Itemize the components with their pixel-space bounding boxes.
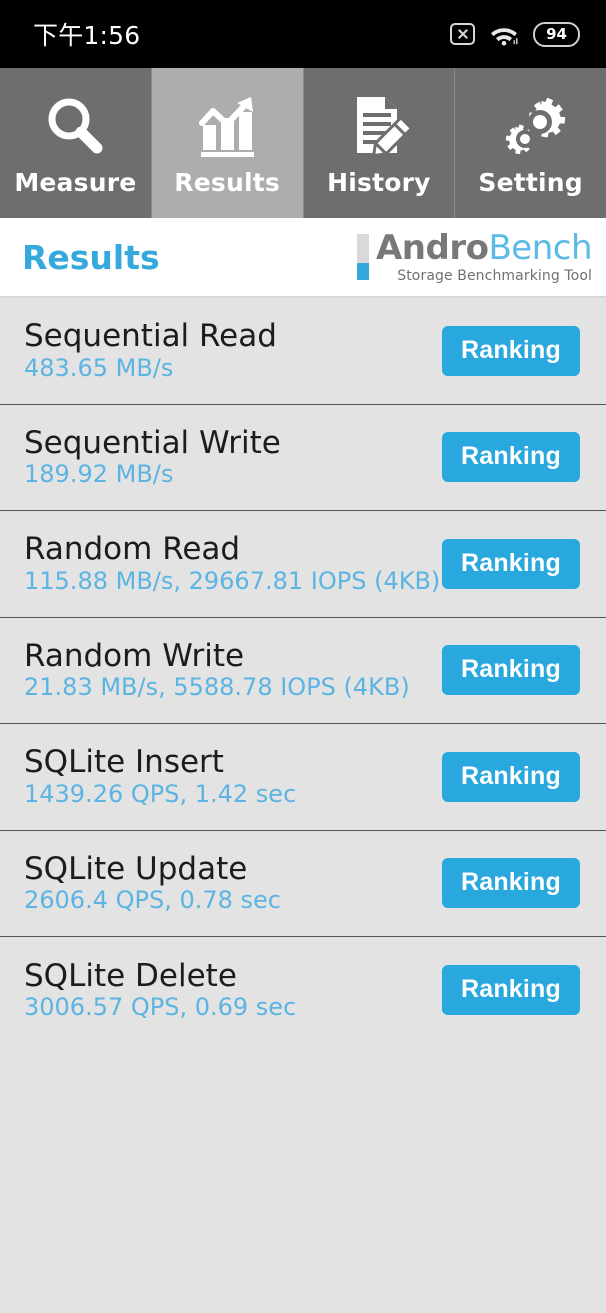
- benchmark-value: 2606.4 QPS, 0.78 sec: [24, 886, 281, 915]
- tab-history[interactable]: History: [303, 68, 456, 218]
- ranking-button[interactable]: Ranking: [441, 645, 580, 696]
- benchmark-name: SQLite Delete: [24, 957, 237, 994]
- app-screen: 下午1:56 94 Measure Results History Settin…: [0, 0, 606, 1313]
- ranking-button[interactable]: Ranking: [441, 538, 580, 589]
- row-text-group: Random Read 115.88 MB/s, 29667.81 IOPS (…: [24, 533, 440, 594]
- benchmark-value: 189.92 MB/s: [24, 460, 174, 489]
- page-title: Results: [22, 237, 160, 277]
- benchmark-name: Sequential Read: [24, 318, 277, 355]
- tab-measure-label: Measure: [14, 168, 137, 197]
- table-row[interactable]: Sequential Write 189.92 MB/s Ranking: [0, 405, 606, 511]
- table-row[interactable]: SQLite Insert 1439.26 QPS, 1.42 sec Rank…: [0, 724, 606, 831]
- row-text-group: Sequential Read 483.65 MB/s: [24, 320, 277, 381]
- benchmark-name: SQLite Insert: [24, 744, 224, 781]
- mute-icon: [450, 23, 475, 45]
- tab-measure[interactable]: Measure: [0, 68, 152, 218]
- logo-bench-text: Bench: [488, 228, 592, 268]
- table-row[interactable]: Random Write 21.83 MB/s, 5588.78 IOPS (4…: [0, 618, 606, 724]
- main-tab-bar: Measure Results History Setting: [0, 68, 606, 218]
- table-row[interactable]: Random Read 115.88 MB/s, 29667.81 IOPS (…: [0, 511, 606, 618]
- battery-icon: 94: [533, 21, 580, 47]
- row-text-group: SQLite Insert 1439.26 QPS, 1.42 sec: [24, 746, 296, 807]
- status-time: 下午1:56: [33, 21, 141, 50]
- androbench-logo: AndroBench Storage Benchmarking Tool: [356, 228, 593, 284]
- ranking-button[interactable]: Ranking: [441, 858, 580, 909]
- logo-bar-icon: [356, 234, 369, 281]
- ranking-button[interactable]: Ranking: [441, 965, 580, 1016]
- tab-results[interactable]: Results: [151, 68, 304, 218]
- benchmark-value: 483.65 MB/s: [24, 353, 174, 382]
- wifi-icon: [489, 23, 519, 46]
- row-text-group: SQLite Delete 3006.57 QPS, 0.69 sec: [24, 960, 296, 1021]
- benchmark-name: Random Write: [24, 637, 245, 674]
- benchmark-value: 115.88 MB/s, 29667.81 IOPS (4KB): [24, 566, 441, 595]
- tab-results-label: Results: [174, 168, 280, 197]
- tab-history-label: History: [327, 168, 431, 197]
- table-row[interactable]: SQLite Update 2606.4 QPS, 0.78 sec Ranki…: [0, 831, 606, 937]
- row-text-group: Random Write 21.83 MB/s, 5588.78 IOPS (4…: [24, 640, 410, 701]
- bar-chart-arrow-icon: [191, 90, 263, 164]
- ranking-button[interactable]: Ranking: [441, 325, 580, 376]
- row-text-group: SQLite Update 2606.4 QPS, 0.78 sec: [24, 853, 281, 914]
- battery-level: 94: [546, 24, 567, 43]
- ranking-button[interactable]: Ranking: [441, 751, 580, 802]
- benchmark-name: SQLite Update: [24, 850, 248, 887]
- ranking-button[interactable]: Ranking: [441, 432, 580, 483]
- benchmark-value: 1439.26 QPS, 1.42 sec: [24, 779, 297, 808]
- tab-setting-label: Setting: [478, 168, 583, 197]
- app-header: Results AndroBench Storage Benchmarking …: [0, 218, 606, 298]
- table-row[interactable]: Sequential Read 483.65 MB/s Ranking: [0, 298, 606, 405]
- magnifier-icon: [39, 90, 111, 164]
- results-list: Sequential Read 483.65 MB/s Ranking Sequ…: [0, 298, 606, 1313]
- benchmark-value: 21.83 MB/s, 5588.78 IOPS (4KB): [24, 673, 410, 702]
- row-text-group: Sequential Write 189.92 MB/s: [24, 427, 281, 488]
- status-bar: 下午1:56 94: [0, 0, 606, 68]
- table-row[interactable]: SQLite Delete 3006.57 QPS, 0.69 sec Rank…: [0, 937, 606, 1044]
- gears-icon: [495, 90, 567, 164]
- status-icon-group: 94: [450, 21, 580, 47]
- logo-text: AndroBench Storage Benchmarking Tool: [375, 228, 593, 284]
- benchmark-value: 3006.57 QPS, 0.69 sec: [24, 993, 297, 1022]
- benchmark-name: Sequential Write: [24, 424, 281, 461]
- document-pencil-icon: [343, 90, 415, 164]
- logo-tagline: Storage Benchmarking Tool: [397, 268, 592, 284]
- benchmark-name: Random Read: [24, 531, 241, 568]
- tab-setting[interactable]: Setting: [455, 68, 606, 218]
- logo-andro-text: Andro: [375, 228, 489, 268]
- logo-wordmark: AndroBench: [375, 228, 593, 268]
